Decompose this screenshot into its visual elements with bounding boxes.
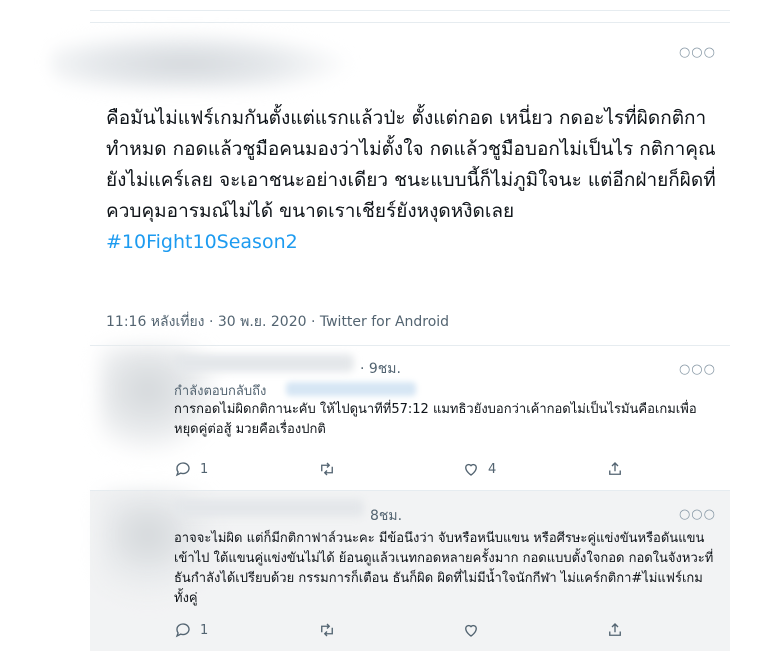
tweet-actions: 1 4	[174, 460, 644, 480]
reply-count: 1	[200, 461, 209, 477]
blurred-handle-link[interactable]	[286, 382, 416, 396]
blurred-author-header	[50, 31, 350, 91]
more-horizontal-icon[interactable]: ○○○	[679, 362, 716, 377]
replying-to-label: กำลังตอบกลับถึง	[174, 384, 267, 399]
tweet-text: คือมันไม่แฟร์เกมกันตั้งแต่แรกแล้วป่ะ ตั้…	[106, 103, 716, 258]
blurred-username	[174, 499, 364, 517]
retweet-button[interactable]	[318, 460, 344, 478]
reply-tweet[interactable]: · 9ชม. ○○○ กำลังตอบกลับถึง การกอดไม่ผิดก…	[90, 345, 730, 486]
tweet-body: คือมันไม่แฟร์เกมกันตั้งแต่แรกแล้วป่ะ ตั้…	[106, 107, 716, 222]
share-icon	[609, 623, 621, 636]
reply-text: การกอดไม่ผิดกติกานะคับ ให้ไปดูนาทีที่57:…	[174, 402, 697, 437]
more-horizontal-icon[interactable]: ○○○	[679, 45, 716, 60]
reply-time[interactable]: · 9ชม.	[360, 358, 401, 380]
share-button[interactable]	[606, 460, 624, 478]
reply-time[interactable]: 8ชม.	[370, 505, 402, 527]
retweet-icon	[321, 623, 333, 637]
like-count: 4	[488, 461, 497, 477]
reply-count: 1	[200, 622, 209, 638]
more-horizontal-icon[interactable]: ○○○	[679, 507, 716, 522]
reply-button[interactable]: 1	[174, 621, 208, 639]
share-icon	[609, 462, 621, 475]
blurred-username	[174, 354, 354, 372]
like-button[interactable]	[462, 621, 488, 639]
tweet-timestamp[interactable]: 11:16 หลังเที่ยง · 30 พ.ย. 2020 · Twitte…	[106, 311, 449, 333]
retweet-button[interactable]	[318, 621, 344, 639]
reply-icon	[175, 623, 190, 638]
reply-button[interactable]: 1	[174, 460, 208, 478]
retweet-icon	[321, 462, 333, 476]
like-button[interactable]: 4	[462, 460, 496, 478]
hashtag-link[interactable]: #10Fight10Season2	[106, 231, 298, 253]
tweet-actions: 1	[174, 621, 644, 641]
share-button[interactable]	[606, 621, 624, 639]
heart-icon	[465, 463, 477, 476]
heart-icon	[465, 624, 477, 637]
reply-text: อาจจะไม่ผิด แต่ก็มีกติกาฟาล์วนะคะ มีข้อน…	[174, 531, 714, 606]
reply-icon	[175, 462, 190, 477]
main-tweet: ○○○ คือมันไม่แฟร์เกมกันตั้งแต่แรกแล้วป่ะ…	[50, 22, 730, 335]
previous-tweet-edge	[90, 0, 730, 11]
reply-tweet[interactable]: 8ชม. ○○○ อาจจะไม่ผิด แต่ก็มีกติกาฟาล์วนะ…	[90, 490, 730, 651]
